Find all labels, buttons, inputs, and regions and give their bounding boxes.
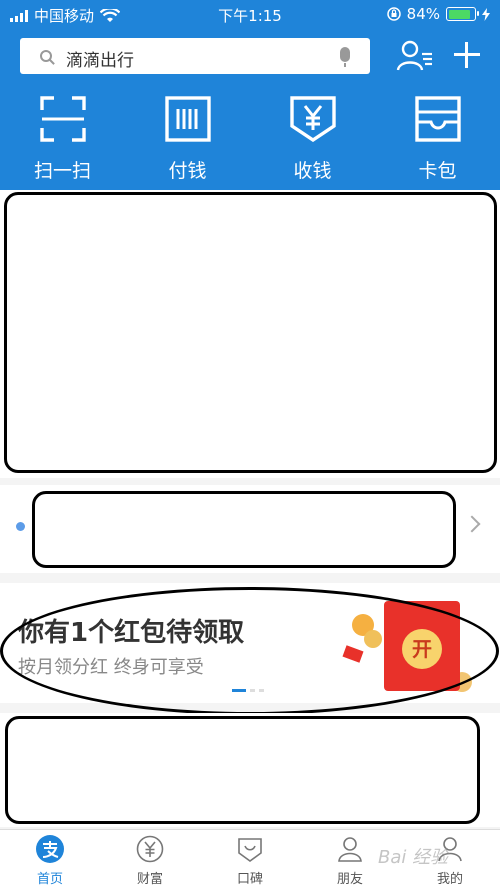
tab-label: 我的	[436, 872, 463, 887]
quick-action-label: 付钱	[168, 160, 207, 182]
add-icon[interactable]	[452, 40, 482, 70]
tab-label: 首页	[36, 872, 63, 887]
notice-dot-icon	[16, 522, 25, 531]
battery-icon	[446, 7, 479, 21]
receive-yuan-icon	[290, 96, 336, 142]
battery-percent: 84%	[406, 5, 440, 23]
wealth-yuan-icon	[136, 835, 164, 863]
tab-label: 朋友	[336, 872, 363, 887]
quick-action-label: 收钱	[293, 160, 332, 182]
scan-icon	[40, 96, 86, 142]
watermark: Bai 经验	[378, 847, 449, 868]
friends-icon	[338, 837, 362, 862]
search-input[interactable]: 滴滴出行	[20, 38, 370, 74]
charging-icon	[482, 7, 490, 21]
card-wallet-icon	[415, 96, 461, 142]
microphone-icon[interactable]	[340, 47, 350, 67]
redacted-apps-grid	[4, 192, 497, 473]
tab-label: 财富	[136, 872, 163, 887]
tab-wealth[interactable]: 财富	[100, 830, 200, 889]
status-bar: 中国移动 下午1:15 84%	[0, 0, 500, 30]
quick-action-cards[interactable]: 卡包	[375, 92, 500, 187]
quick-actions: 扫一扫 付钱 收钱 卡包	[0, 92, 500, 187]
tab-home[interactable]: 首页	[0, 830, 100, 889]
redacted-notice	[32, 491, 456, 568]
tab-label: 口碑	[236, 872, 263, 887]
quick-action-scan[interactable]: 扫一扫	[0, 92, 125, 187]
koubei-icon	[238, 838, 262, 862]
tab-koubei[interactable]: 口碑	[200, 830, 300, 889]
alipay-home-icon	[36, 835, 64, 863]
quick-action-pay[interactable]: 付钱	[125, 92, 250, 187]
banner-highlight-oval	[0, 587, 499, 715]
quick-action-label: 扫一扫	[33, 160, 91, 182]
rotation-lock-icon	[386, 7, 401, 21]
search-placeholder: 滴滴出行	[66, 51, 134, 71]
redacted-feed	[5, 716, 480, 824]
quick-action-label: 卡包	[418, 160, 457, 182]
search-icon	[40, 50, 52, 62]
pay-barcode-icon	[165, 96, 211, 142]
quick-action-receive[interactable]: 收钱	[250, 92, 375, 187]
contacts-icon[interactable]	[396, 38, 434, 74]
